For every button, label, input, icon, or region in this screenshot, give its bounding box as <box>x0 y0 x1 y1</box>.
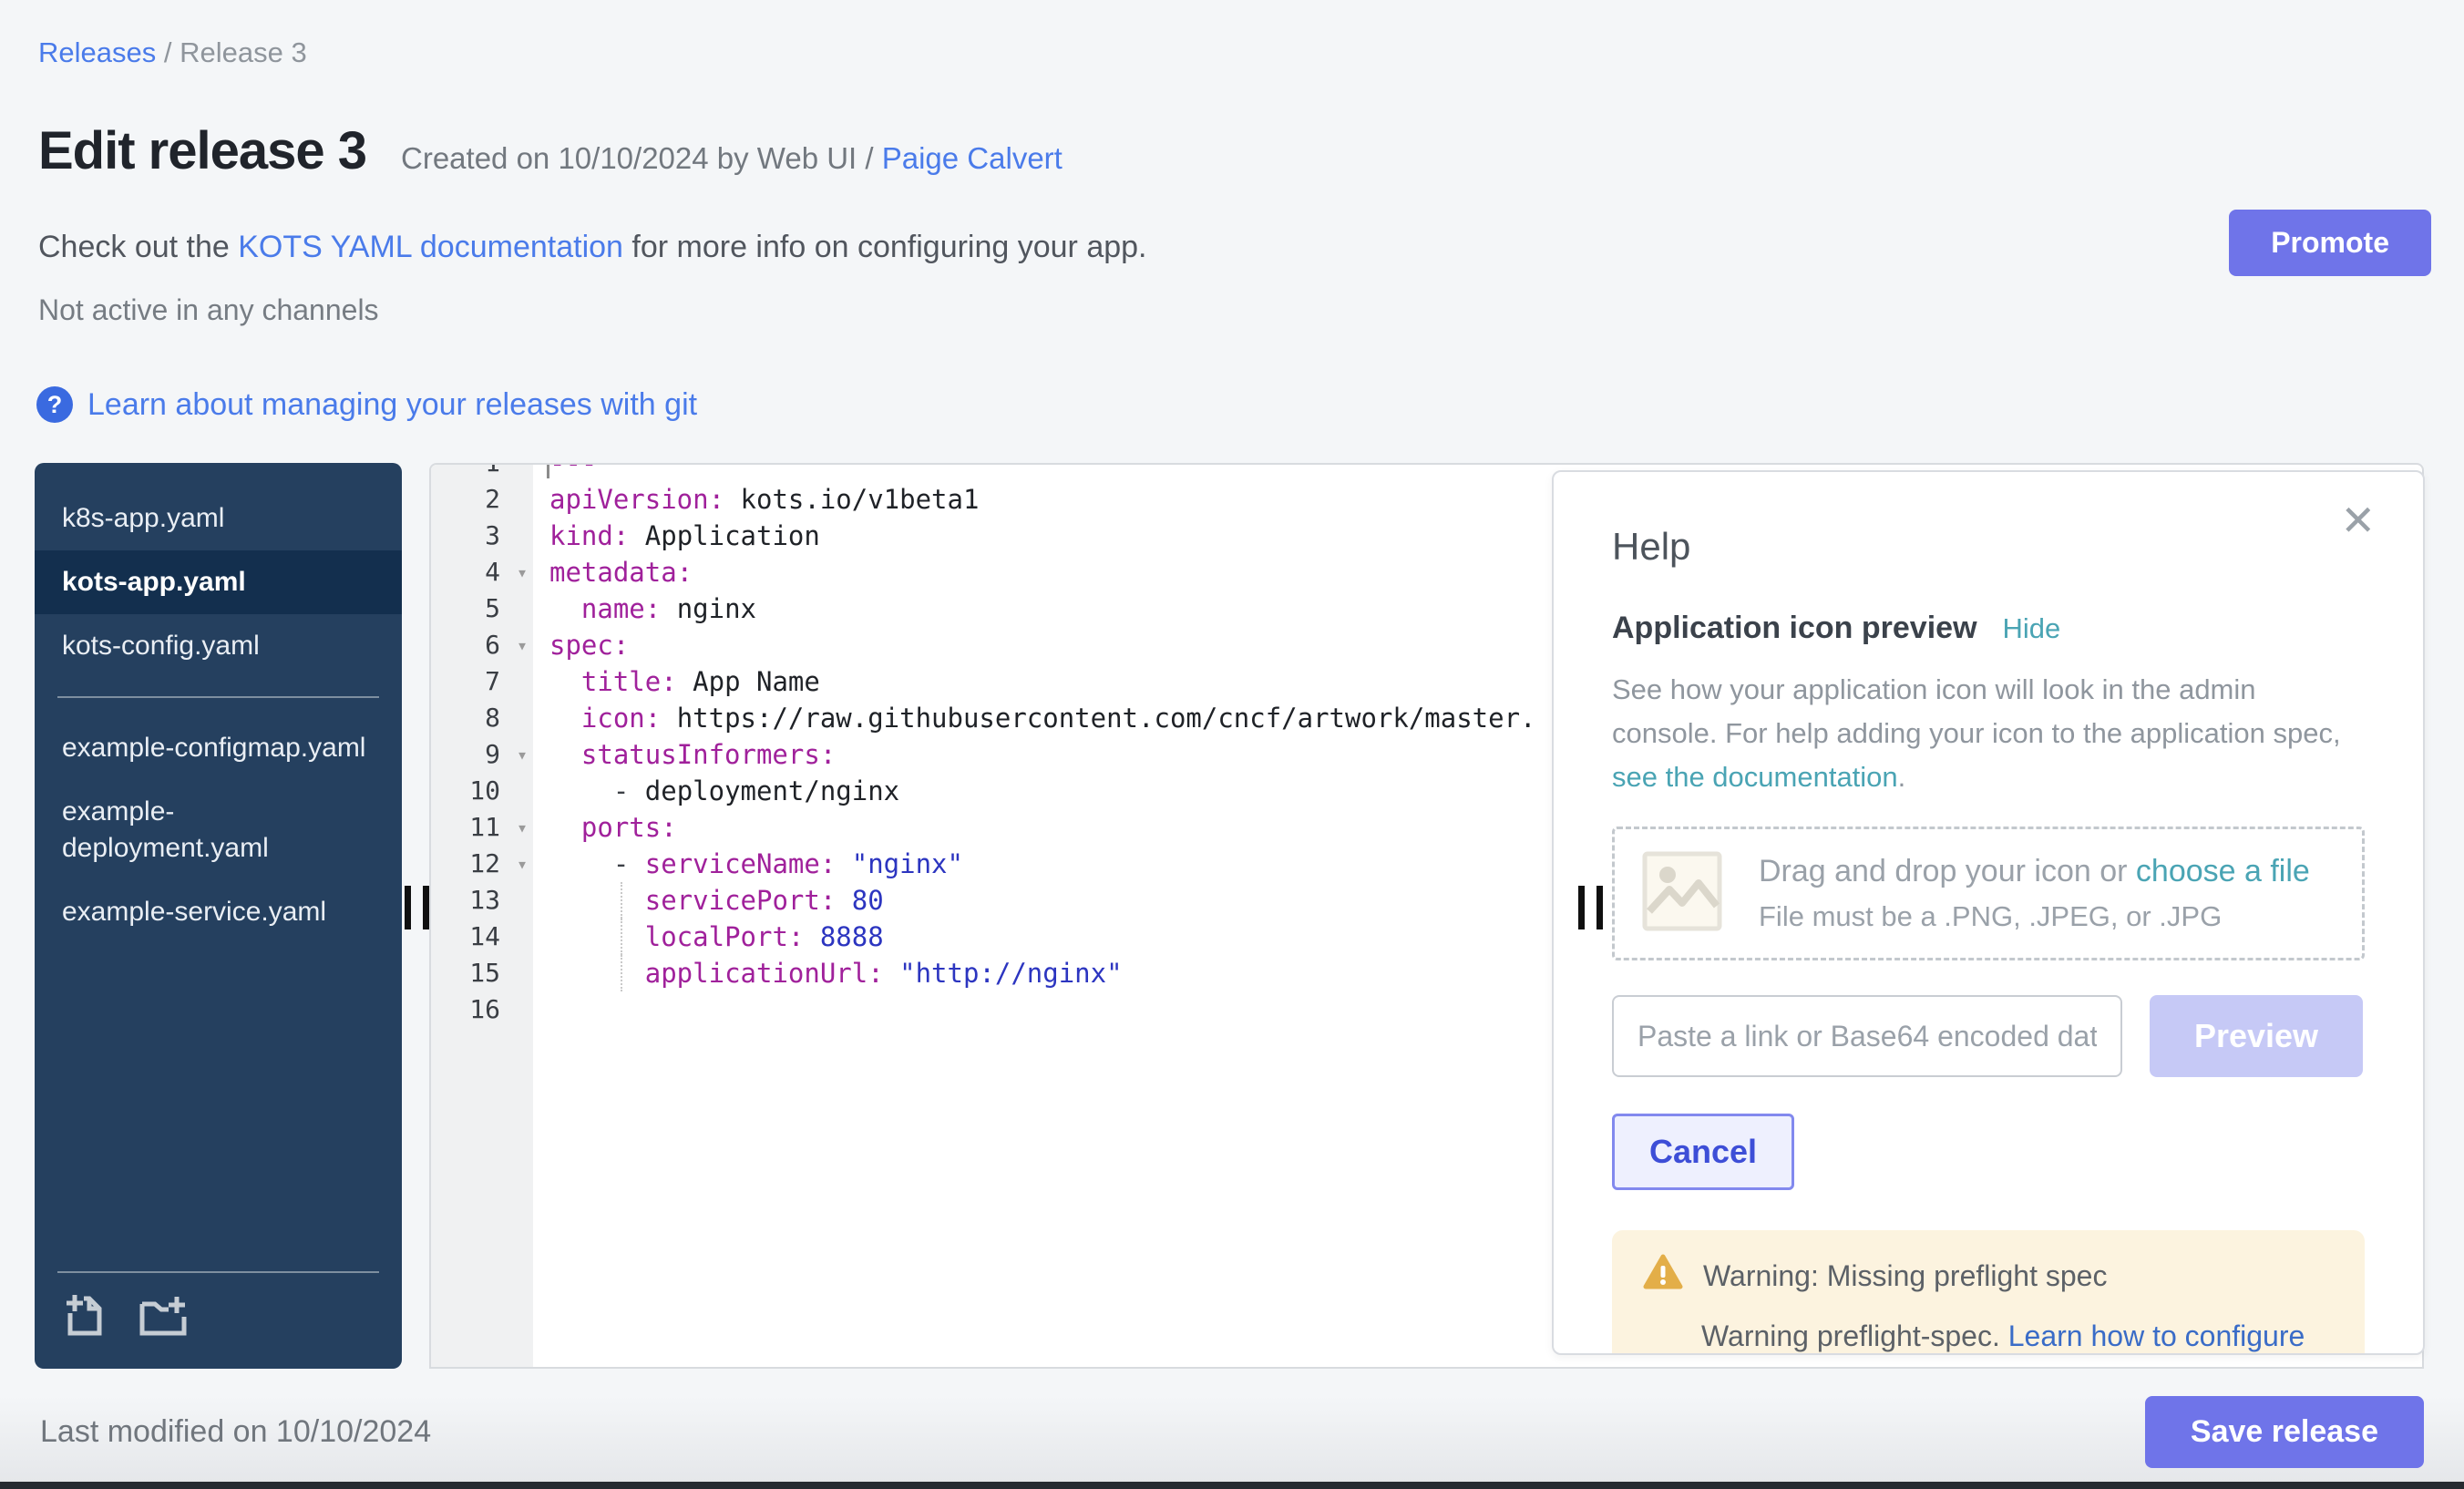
indent-guide <box>621 919 622 955</box>
line-number: 16 <box>431 991 533 1028</box>
question-circle-icon: ? <box>36 386 73 423</box>
add-file-icon[interactable] <box>62 1291 106 1343</box>
fold-arrow-icon[interactable]: ▾ <box>517 809 528 846</box>
git-releases-link[interactable]: Learn about managing your releases with … <box>87 387 697 423</box>
line-number: 3 <box>431 518 533 554</box>
help-description: See how your application icon will look … <box>1612 668 2365 799</box>
breadcrumb-separator: / <box>164 36 180 68</box>
docs-line: Check out the KOTS YAML documentation fo… <box>38 230 1147 265</box>
file-item-kots-app.yaml[interactable]: kots-app.yaml <box>35 550 402 614</box>
paste-row: Preview <box>1612 995 2365 1077</box>
line-number: 14 <box>431 919 533 955</box>
close-icon[interactable]: ✕ <box>2340 499 2376 541</box>
hide-link[interactable]: Hide <box>2003 612 2061 645</box>
help-resize-handle[interactable] <box>1578 886 1603 929</box>
icon-url-input[interactable] <box>1612 995 2122 1077</box>
save-release-button[interactable]: Save release <box>2145 1396 2424 1468</box>
breadcrumb: Releases / Release 3 <box>38 36 307 69</box>
line-number: 4▾ <box>431 554 533 590</box>
fold-arrow-icon[interactable]: ▾ <box>517 736 528 773</box>
line-number: 9▾ <box>431 736 533 773</box>
preflight-warning: Warning: Missing preflight spec Warning … <box>1612 1230 2365 1355</box>
help-section-row: Application icon preview Hide <box>1612 611 2365 646</box>
file-item-k8s-app.yaml[interactable]: k8s-app.yaml <box>35 487 402 550</box>
warning-triangle-icon <box>1643 1254 1683 1298</box>
page-title: Edit release 3 <box>38 120 366 181</box>
line-number: 1 <box>431 463 533 481</box>
learn-configure-link[interactable]: Learn how to configure <box>2008 1320 2305 1352</box>
dropzone-requirements: File must be a .PNG, .JPEG, or .JPG <box>1759 900 2310 933</box>
warning-title: Warning: Missing preflight spec <box>1703 1259 2107 1293</box>
file-tree-actions <box>35 1273 402 1369</box>
file-item-kots-config.yaml[interactable]: kots-config.yaml <box>35 614 402 678</box>
editor-resize-handle[interactable] <box>405 886 429 929</box>
channels-status: Not active in any channels <box>38 293 379 327</box>
created-text: Created on 10/10/2024 by Web UI / <box>401 141 882 175</box>
breadcrumb-current: Release 3 <box>180 36 307 68</box>
fold-arrow-icon[interactable]: ▾ <box>517 554 528 590</box>
fold-arrow-icon[interactable]: ▾ <box>517 627 528 663</box>
created-info: Created on 10/10/2024 by Web UI / Paige … <box>401 141 1063 176</box>
last-modified: Last modified on 10/10/2024 <box>40 1414 431 1450</box>
line-number: 15 <box>431 955 533 991</box>
choose-file-link[interactable]: choose a file <box>2136 854 2310 888</box>
help-description-text: See how your application icon will look … <box>1612 673 2341 749</box>
indent-guide <box>621 882 622 919</box>
help-title: Help <box>1612 525 2365 569</box>
title-row: Edit release 3 Created on 10/10/2024 by … <box>38 120 1063 181</box>
file-item-example-deployment.yaml[interactable]: example-deployment.yaml <box>35 780 402 880</box>
warning-body: Warning preflight-spec. Learn how to con… <box>1701 1320 2334 1353</box>
dropzone-prompt-text: Drag and drop your icon or <box>1759 854 2136 888</box>
add-folder-icon[interactable] <box>139 1291 190 1343</box>
kots-yaml-docs-link[interactable]: KOTS YAML documentation <box>238 230 623 264</box>
file-item-example-service.yaml[interactable]: example-service.yaml <box>35 880 402 944</box>
line-number: 6▾ <box>431 627 533 663</box>
docs-line-post: for more info on configuring your app. <box>623 230 1147 264</box>
docs-line-pre: Check out the <box>38 230 238 264</box>
icon-preview-title: Application icon preview <box>1612 611 1977 646</box>
file-tree-spacer <box>35 944 402 1271</box>
cancel-button[interactable]: Cancel <box>1612 1114 1794 1190</box>
help-description-suffix: . <box>1898 761 1906 793</box>
image-placeholder-icon <box>1642 851 1722 936</box>
help-panel: ✕ Help Application icon preview Hide See… <box>1552 470 2425 1355</box>
file-tree: k8s-app.yamlkots-app.yamlkots-config.yam… <box>35 463 402 1369</box>
file-item-example-configmap.yaml[interactable]: example-configmap.yaml <box>35 716 402 780</box>
git-help-row: ? Learn about managing your releases wit… <box>36 386 697 423</box>
line-number: 10 <box>431 773 533 809</box>
dropzone-text: Drag and drop your icon or choose a file… <box>1759 854 2310 933</box>
file-tree-divider <box>57 696 379 698</box>
warning-body-text: Warning preflight-spec. <box>1701 1320 2008 1352</box>
file-tree-items: k8s-app.yamlkots-app.yamlkots-config.yam… <box>35 487 402 944</box>
created-by-link[interactable]: Paige Calvert <box>882 141 1063 175</box>
icon-dropzone[interactable]: Drag and drop your icon or choose a file… <box>1612 827 2365 960</box>
line-number: 7 <box>431 663 533 700</box>
see-documentation-link[interactable]: see the documentation <box>1612 761 1898 793</box>
promote-button[interactable]: Promote <box>2229 210 2431 276</box>
indent-guide <box>621 955 622 991</box>
text-caret <box>547 463 549 478</box>
line-number: 11▾ <box>431 809 533 846</box>
preview-button[interactable]: Preview <box>2150 995 2363 1077</box>
fold-arrow-icon[interactable]: ▾ <box>517 846 528 882</box>
dropzone-prompt: Drag and drop your icon or choose a file <box>1759 854 2310 889</box>
breadcrumb-releases-link[interactable]: Releases <box>38 36 156 68</box>
line-number: 13 <box>431 882 533 919</box>
line-number: 2 <box>431 481 533 518</box>
line-number: 5 <box>431 590 533 627</box>
line-number: 8 <box>431 700 533 736</box>
bottom-strip <box>0 1482 2464 1489</box>
line-number: 12▾ <box>431 846 533 882</box>
